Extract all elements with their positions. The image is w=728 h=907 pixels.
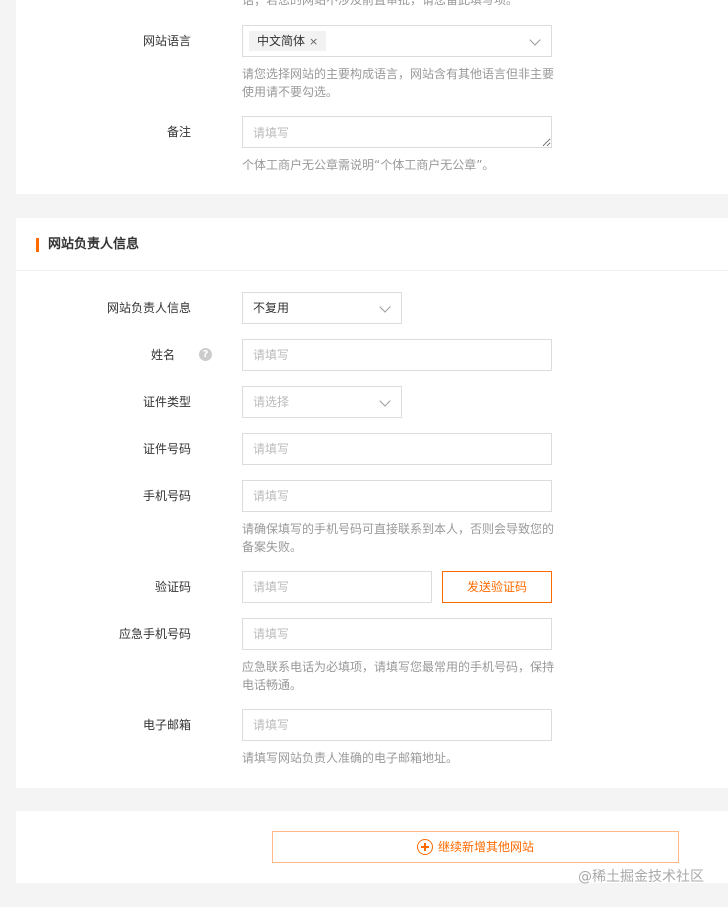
mobile-label: 手机号码: [142, 489, 191, 503]
email-input[interactable]: [242, 709, 552, 741]
mobile-input[interactable]: [242, 480, 552, 512]
owner-reuse-value: 不复用: [253, 301, 290, 315]
owner-reuse-select[interactable]: 不复用: [242, 292, 402, 324]
owner-reuse-label: 网站负责人信息: [106, 301, 191, 315]
language-tag: 中文简体 ×: [249, 31, 327, 51]
mobile-help-text: 请确保填写的手机号码可直接联系到本人，否则会导致您的备案失败。: [242, 522, 555, 554]
language-help-text: 请您选择网站的主要构成语言，网站含有其他语言但非主要使用请不要勾选。: [242, 67, 555, 99]
website-owner-card: 网站负责人信息 网站负责人信息 不复用 姓名 ? 证件类型 请选择 证件号码 手…: [16, 218, 728, 788]
remarks-help-text: 个体工商户无公章需说明“个体工商户无公章”。: [242, 158, 495, 172]
send-code-button[interactable]: 发送验证码: [442, 571, 552, 603]
emergency-help-text: 应急联系电话为必填项，请填写您最常用的手机号码，保持电话畅通。: [242, 660, 555, 692]
chevron-down-icon: [379, 395, 391, 407]
section-divider: [16, 270, 728, 271]
section-title: 网站负责人信息: [36, 238, 139, 252]
name-input[interactable]: [242, 339, 552, 371]
chevron-down-icon: [529, 34, 541, 46]
id-type-placeholder: 请选择: [253, 395, 290, 409]
watermark: @稀土掘金技术社区: [578, 869, 704, 885]
approval-help-text: 话；若您的网站不涉及前置审批，请您留此填写项。: [242, 0, 519, 7]
chevron-down-icon: [379, 301, 391, 313]
tag-remove-icon[interactable]: ×: [309, 35, 318, 48]
id-type-label: 证件类型: [142, 395, 191, 409]
email-label: 电子邮箱: [142, 718, 191, 732]
verification-code-input[interactable]: [242, 571, 432, 603]
id-number-input[interactable]: [242, 433, 552, 465]
id-type-select[interactable]: 请选择: [242, 386, 402, 418]
verification-code-label: 验证码: [154, 580, 191, 594]
plus-circle-icon: [416, 838, 433, 855]
id-number-label: 证件号码: [142, 442, 191, 456]
website-language-select[interactable]: 中文简体 ×: [242, 25, 552, 57]
emergency-mobile-label: 应急手机号码: [118, 627, 191, 641]
website-language-label: 网站语言: [142, 34, 191, 48]
add-website-label: 继续新增其他网站: [437, 840, 534, 854]
email-help-text: 请填写网站负责人准确的电子邮箱地址。: [242, 751, 459, 765]
remarks-label: 备注: [166, 125, 191, 139]
help-question-icon[interactable]: ?: [199, 348, 212, 361]
language-tag-label: 中文简体: [257, 34, 306, 48]
name-label: 姓名: [150, 348, 175, 362]
add-website-button[interactable]: 继续新增其他网站: [272, 831, 679, 863]
emergency-mobile-input[interactable]: [242, 618, 552, 650]
remarks-textarea[interactable]: [242, 116, 552, 148]
website-info-card: 话；若您的网站不涉及前置审批，请您留此填写项。 网站语言 中文简体 × 请您选择网…: [16, 0, 728, 194]
